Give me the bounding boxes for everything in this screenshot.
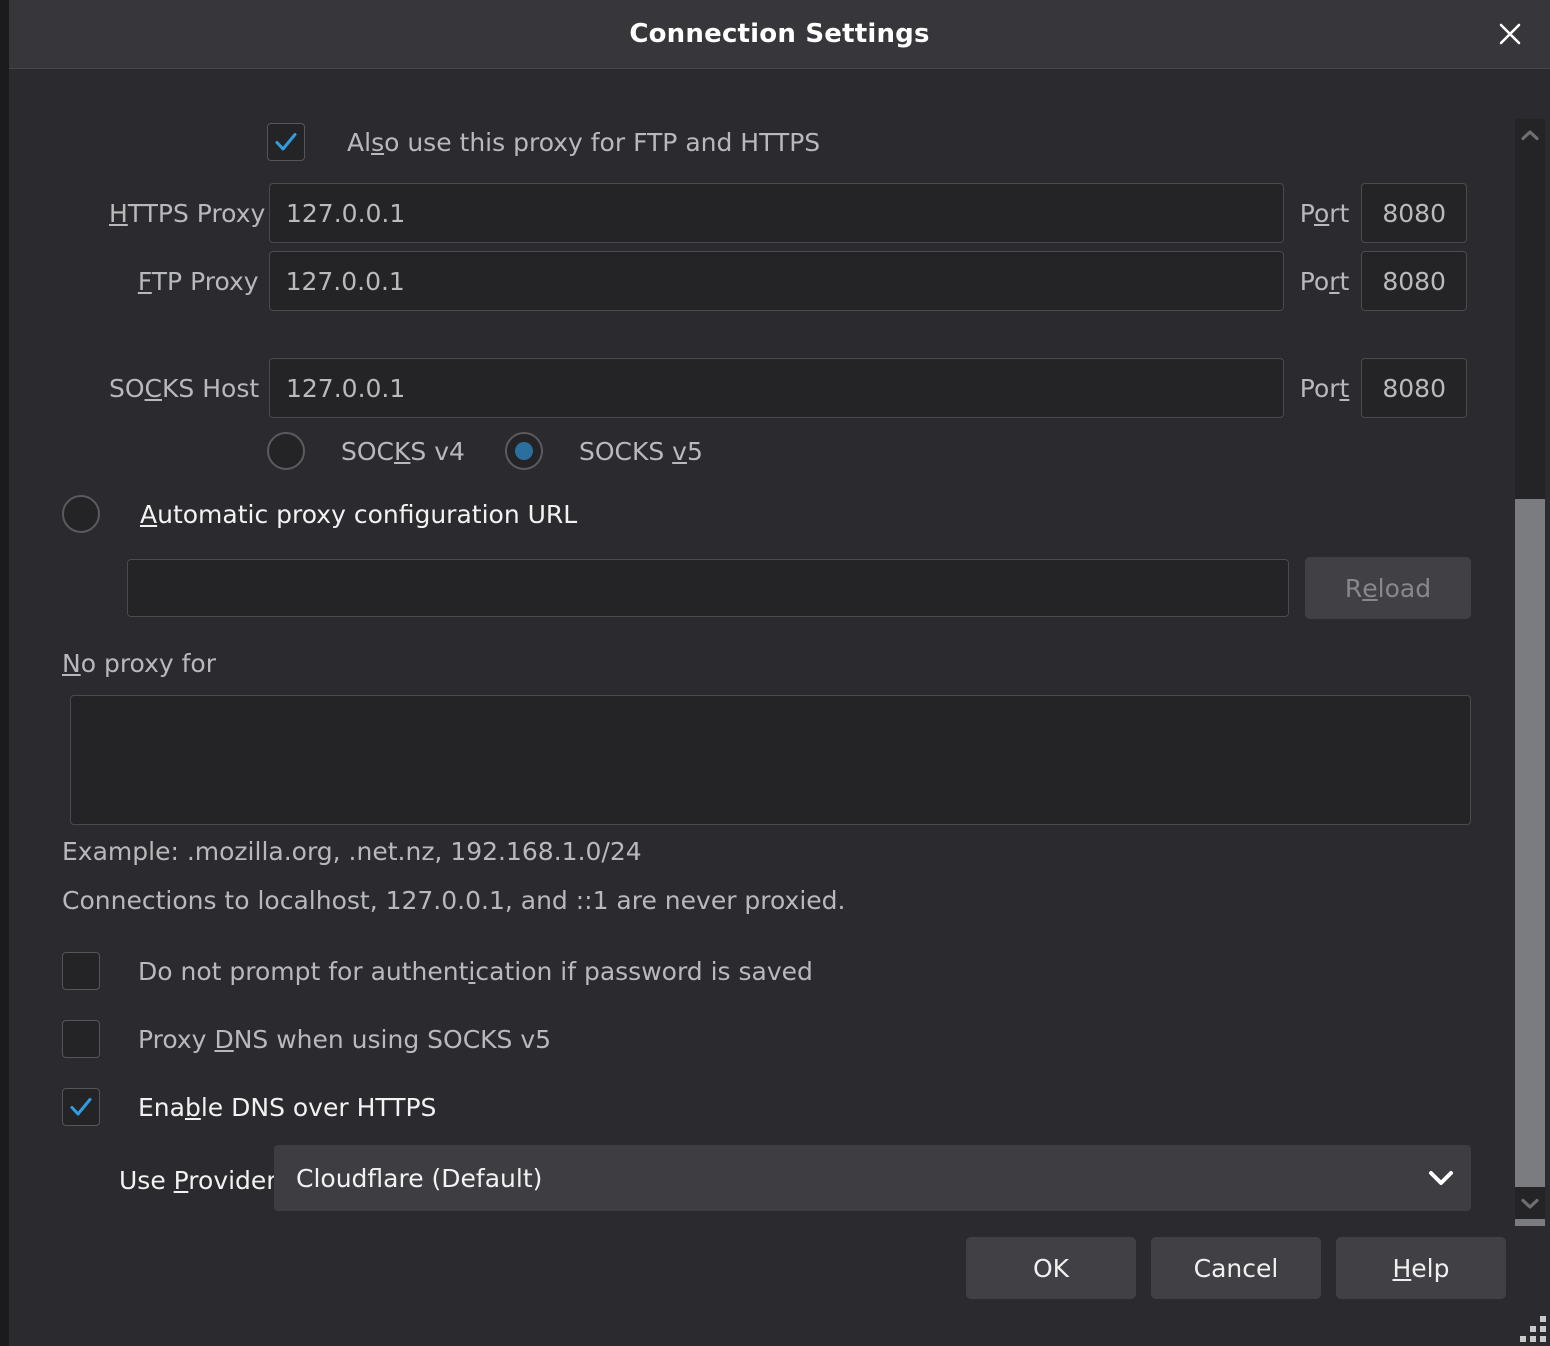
ftp-proxy-row: FTP Proxy 127.0.0.1 Port 8080 [109, 251, 1467, 311]
checkmark-icon [275, 133, 297, 151]
ftp-proxy-label: FTP Proxy [137, 266, 259, 296]
settings-content-pane: Also use this proxy for FTP and HTTPS HT… [9, 69, 1550, 1264]
pac-url-row: Re load [127, 557, 1471, 619]
https-proxy-input[interactable]: 127.0.0.1 [269, 183, 1284, 243]
reload-button[interactable]: Re load [1305, 557, 1471, 619]
scrollbar-down-button[interactable] [1515, 1187, 1545, 1219]
ftp-proxy-input[interactable]: 127.0.0.1 [268, 251, 1284, 311]
also-use-proxy-checkbox[interactable] [267, 123, 305, 161]
cancel-button[interactable]: Cancel [1151, 1237, 1321, 1299]
no-prompt-auth-label: Do not prompt for authentication if pass… [138, 956, 813, 986]
also-use-proxy-row[interactable]: Also use this proxy for FTP and HTTPS [267, 123, 820, 161]
dns-provider-select[interactable]: Cloudflare (Default) [274, 1145, 1471, 1211]
no-prompt-auth-row[interactable]: Do not prompt for authentication if pass… [62, 952, 813, 990]
enable-doh-checkbox[interactable] [62, 1088, 100, 1126]
proxy-dns-label: Proxy DNS when using SOCKS v5 [138, 1024, 552, 1054]
socks-v5-radio-dot [514, 442, 533, 460]
no-proxy-example-text: Example: .mozilla.org, .net.nz, 192.168.… [62, 837, 642, 866]
also-use-proxy-label: Also use this proxy for FTP and HTTPS [347, 127, 821, 157]
socks-port-input[interactable]: 8080 [1361, 358, 1467, 418]
socks-host-input[interactable]: 127.0.0.1 [269, 358, 1284, 418]
localhost-note-text: Connections to localhost, 127.0.0.1, and… [62, 886, 846, 915]
ok-button[interactable]: OK [966, 1237, 1136, 1299]
socks-host-row: SOCKS Host 127.0.0.1 Port 8080 [109, 358, 1467, 418]
scrollbar-track[interactable] [1515, 151, 1545, 1264]
desktop-background-strip [0, 0, 9, 1346]
socks-v4-radio[interactable] [267, 432, 305, 470]
dialog-footer: OK Cancel Help [9, 1226, 1550, 1346]
proxy-dns-checkbox[interactable] [62, 1020, 100, 1058]
resize-grip[interactable] [1520, 1316, 1546, 1342]
no-prompt-auth-checkbox[interactable] [62, 952, 100, 990]
enable-doh-row[interactable]: Enable DNS over HTTPS [62, 1088, 436, 1126]
https-proxy-label: HTTPS Proxy [109, 198, 266, 228]
https-port-input[interactable]: 8080 [1361, 183, 1467, 243]
close-button[interactable] [1484, 8, 1536, 60]
socks-v4-label: SOCKS v4 [341, 436, 465, 466]
socks-version-row: SOCKS v4 SOCKS v5 [267, 432, 703, 470]
ftp-port-label: Port [1299, 266, 1350, 296]
content-scrollbar[interactable] [1515, 119, 1545, 1264]
dns-provider-selected-value: Cloudflare (Default) [296, 1163, 543, 1193]
auto-proxy-config-radio[interactable] [62, 495, 100, 533]
close-icon [1499, 23, 1521, 45]
enable-doh-label: Enable DNS over HTTPS [138, 1092, 437, 1122]
auto-proxy-config-row[interactable]: Automatic proxy configuration URL [62, 495, 577, 533]
connection-settings-dialog: Connection Settings Also use this proxy … [9, 0, 1550, 1346]
socks-v5-label: SOCKS v5 [578, 436, 703, 466]
https-proxy-row: HTTPS Proxy 127.0.0.1 Port 8080 [109, 183, 1467, 243]
pac-url-input[interactable] [127, 559, 1289, 617]
socks-v5-radio[interactable] [504, 432, 543, 470]
scrollbar-thumb[interactable] [1515, 499, 1545, 1264]
use-provider-label: Use Provider [119, 1166, 277, 1195]
chevron-down-icon [1521, 1198, 1539, 1209]
dialog-title: Connection Settings [629, 19, 930, 49]
proxy-dns-row[interactable]: Proxy DNS when using SOCKS v5 [62, 1020, 551, 1058]
help-button[interactable]: Help [1336, 1237, 1506, 1299]
auto-proxy-config-label: Automatic proxy configuration URL [140, 499, 578, 529]
checkmark-icon [70, 1098, 92, 1116]
ftp-port-input[interactable]: 8080 [1361, 251, 1467, 311]
scrollbar-up-button[interactable] [1515, 119, 1545, 151]
chevron-down-icon [1429, 1171, 1453, 1185]
https-port-label: Port [1299, 198, 1350, 228]
socks-host-label: SOCKS Host [109, 373, 260, 403]
no-proxy-for-label: No proxy for [62, 649, 216, 678]
chevron-up-icon [1521, 129, 1539, 140]
dns-provider-dropdown-arrow[interactable] [1411, 1170, 1471, 1186]
dialog-titlebar: Connection Settings [9, 0, 1550, 69]
socks-port-label: Port [1299, 373, 1350, 403]
no-proxy-for-textarea[interactable] [70, 695, 1471, 825]
